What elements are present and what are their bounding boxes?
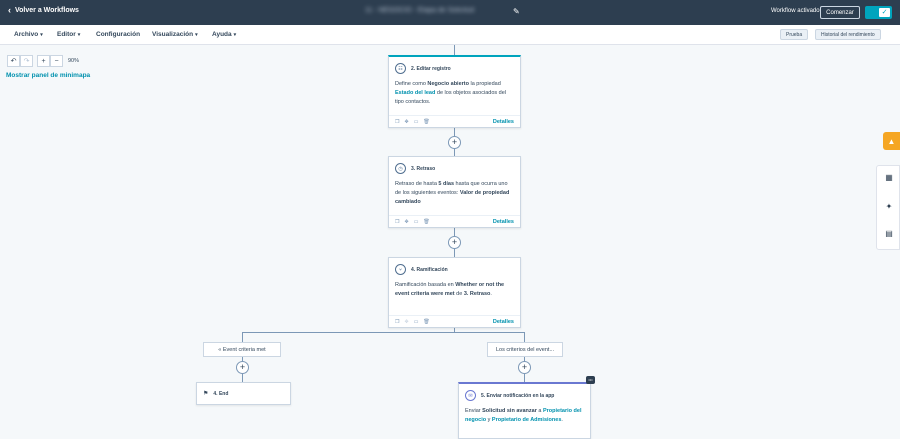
sparkle-icon[interactable]: ✦	[877, 202, 900, 211]
branch-line	[242, 332, 525, 333]
menu-visualizacion[interactable]: Visualización ▾	[152, 31, 198, 38]
zoom-out-icon[interactable]: −	[50, 55, 63, 67]
text: Retraso de hasta	[395, 181, 439, 187]
card-description: Enviar Solicitud sin avanzar a Propietar…	[459, 401, 590, 425]
check-icon: ✓	[879, 8, 890, 17]
card-footer: ❐ ✥ ▭ 🗑 Detalles	[389, 215, 520, 227]
show-minimap-link[interactable]: Mostrar panel de minimapa	[6, 72, 90, 79]
clone-icon[interactable]: ▭	[414, 319, 419, 325]
branch-source: 3. Retraso	[463, 291, 491, 297]
chevron-down-icon: ▾	[77, 32, 81, 38]
add-action-button[interactable]: +	[236, 361, 249, 374]
details-link[interactable]: Detalles	[493, 219, 514, 225]
card-footer: ❐ ✥ ▭ 🗑 Detalles	[389, 315, 520, 327]
activation-toggle[interactable]: ✓	[865, 6, 892, 19]
undo-icon[interactable]: ↶	[7, 55, 20, 67]
move-icon[interactable]: ✥	[404, 119, 408, 125]
menu-label: Editor	[57, 31, 76, 38]
delay-duration: 5 días	[438, 181, 455, 187]
menu-editor[interactable]: Editor ▾	[57, 31, 80, 38]
clone-icon[interactable]: ▭	[414, 219, 419, 225]
chevron-left-icon: ‹	[8, 5, 11, 15]
top-bar: ‹ Volver a Workflows 11 - NEGOCIO - Etap…	[0, 0, 900, 25]
menu-label: Visualización	[152, 31, 194, 38]
zoom-level: 90%	[68, 58, 80, 64]
delete-icon[interactable]: 🗑	[423, 119, 429, 125]
chevron-down-icon: ▾	[40, 32, 43, 38]
menu-archivo[interactable]: Archivo ▾	[14, 31, 43, 38]
card-title: 4. End	[213, 390, 229, 397]
chevron-down-icon: ▾	[233, 32, 237, 38]
menu-bar: Archivo ▾ Editor ▾ Configuración Visualiza…	[0, 25, 900, 45]
menu-label: Ayuda	[212, 31, 232, 38]
text: de	[454, 291, 464, 297]
grid-icon[interactable]: ▦	[877, 173, 900, 182]
menu-ayuda[interactable]: Ayuda ▾	[212, 31, 236, 38]
branch-icon: ⑂	[395, 264, 406, 275]
card-footer: ❐ ✥ ▭ 🗑 Detalles	[389, 115, 520, 127]
copy-icon[interactable]: ❐	[395, 319, 399, 325]
recipient-link[interactable]: Propietario de Admisiones	[492, 417, 561, 423]
property-link[interactable]: Estado del lead	[395, 90, 435, 96]
pencil-icon[interactable]: ✎	[513, 7, 520, 16]
text: .	[490, 291, 492, 297]
workflow-status: Workflow activado	[771, 8, 820, 14]
delete-icon[interactable]: 🗑	[423, 219, 429, 225]
branch-line-right	[524, 332, 525, 382]
end-card[interactable]: ⚑ 4. End	[196, 382, 291, 405]
action-card-delay[interactable]: ◷ 3. Retraso Retraso de hasta 5 días has…	[388, 156, 521, 228]
chevron-down-icon: ▾	[195, 32, 198, 38]
zoom-in-icon[interactable]: +	[37, 55, 50, 67]
details-link[interactable]: Detalles	[493, 119, 514, 125]
copy-icon[interactable]: ❐	[395, 119, 399, 125]
branch-line-left	[242, 332, 243, 382]
notification-icon: ✉	[465, 390, 476, 401]
delete-icon[interactable]: 🗑	[423, 319, 429, 325]
menu-label: Archivo	[14, 31, 39, 38]
flag-icon: ⚑	[203, 391, 209, 397]
action-card-edit-record[interactable]: ☷ 2. Editar registro Define como Negocio…	[388, 55, 521, 128]
text: Enviar	[465, 408, 483, 414]
card-title: 5. Enviar notificación en la app	[481, 392, 555, 399]
comment-icon[interactable]: •••	[586, 376, 595, 384]
card-title: 2. Editar registro	[411, 65, 451, 72]
text: Ramificación basada en	[395, 282, 456, 288]
back-label: Volver a Workflows	[15, 7, 79, 14]
branch-label-criteria-not-met[interactable]: Los criterios del event...	[487, 342, 563, 357]
clock-icon: ◷	[395, 163, 406, 174]
clone-icon[interactable]: ▭	[414, 119, 419, 125]
start-button[interactable]: Comenzar	[820, 6, 860, 19]
add-action-button[interactable]: +	[518, 361, 531, 374]
redo-icon[interactable]: ↷	[20, 55, 33, 67]
right-side-dock: ▦ ✦ ▤	[876, 165, 900, 250]
move-icon[interactable]: ✥	[404, 219, 408, 225]
card-description: Retraso de hasta 5 días hasta que ocurra…	[389, 174, 520, 207]
action-card-notification[interactable]: ✉ 5. Enviar notificación en la app Envia…	[458, 382, 591, 439]
branch-label-criteria-met[interactable]: « Event criteria met	[203, 342, 281, 357]
details-link[interactable]: Detalles	[493, 319, 514, 325]
performance-history-button[interactable]: Historial del rendimiento	[815, 29, 881, 40]
test-button[interactable]: Prueba	[780, 29, 809, 40]
move-icon[interactable]: ✥	[404, 319, 408, 325]
notification-name: Solicitud sin avanzar	[482, 408, 537, 414]
add-action-button[interactable]: +	[448, 236, 461, 249]
card-description: Define como Negocio abierto la propiedad…	[389, 74, 520, 107]
card-title: 3. Retraso	[411, 165, 436, 172]
edit-record-icon: ☷	[395, 63, 406, 74]
alert-icon[interactable]: ▲	[883, 132, 900, 150]
action-card-branch[interactable]: ⑂ 4. Ramificación Ramificación basada en…	[388, 257, 521, 328]
text: Define como	[395, 81, 428, 87]
card-description: Ramificación basada en Whether or not th…	[389, 275, 520, 299]
card-title: 4. Ramificación	[411, 266, 448, 273]
menu-label: Configuración	[96, 31, 141, 38]
copy-icon[interactable]: ❐	[395, 219, 399, 225]
text: .	[561, 417, 563, 423]
text: la propiedad	[468, 81, 501, 87]
add-action-button[interactable]: +	[448, 136, 461, 149]
menu-configuracion[interactable]: Configuración	[96, 31, 140, 38]
value-negocio-abierto: Negocio abierto	[427, 81, 469, 87]
workflow-title[interactable]: 11 - NEGOCIO - Etapa de Solicitud	[365, 7, 495, 18]
chat-icon[interactable]: ▤	[877, 229, 900, 238]
back-to-workflows-link[interactable]: ‹ Volver a Workflows	[8, 6, 79, 15]
